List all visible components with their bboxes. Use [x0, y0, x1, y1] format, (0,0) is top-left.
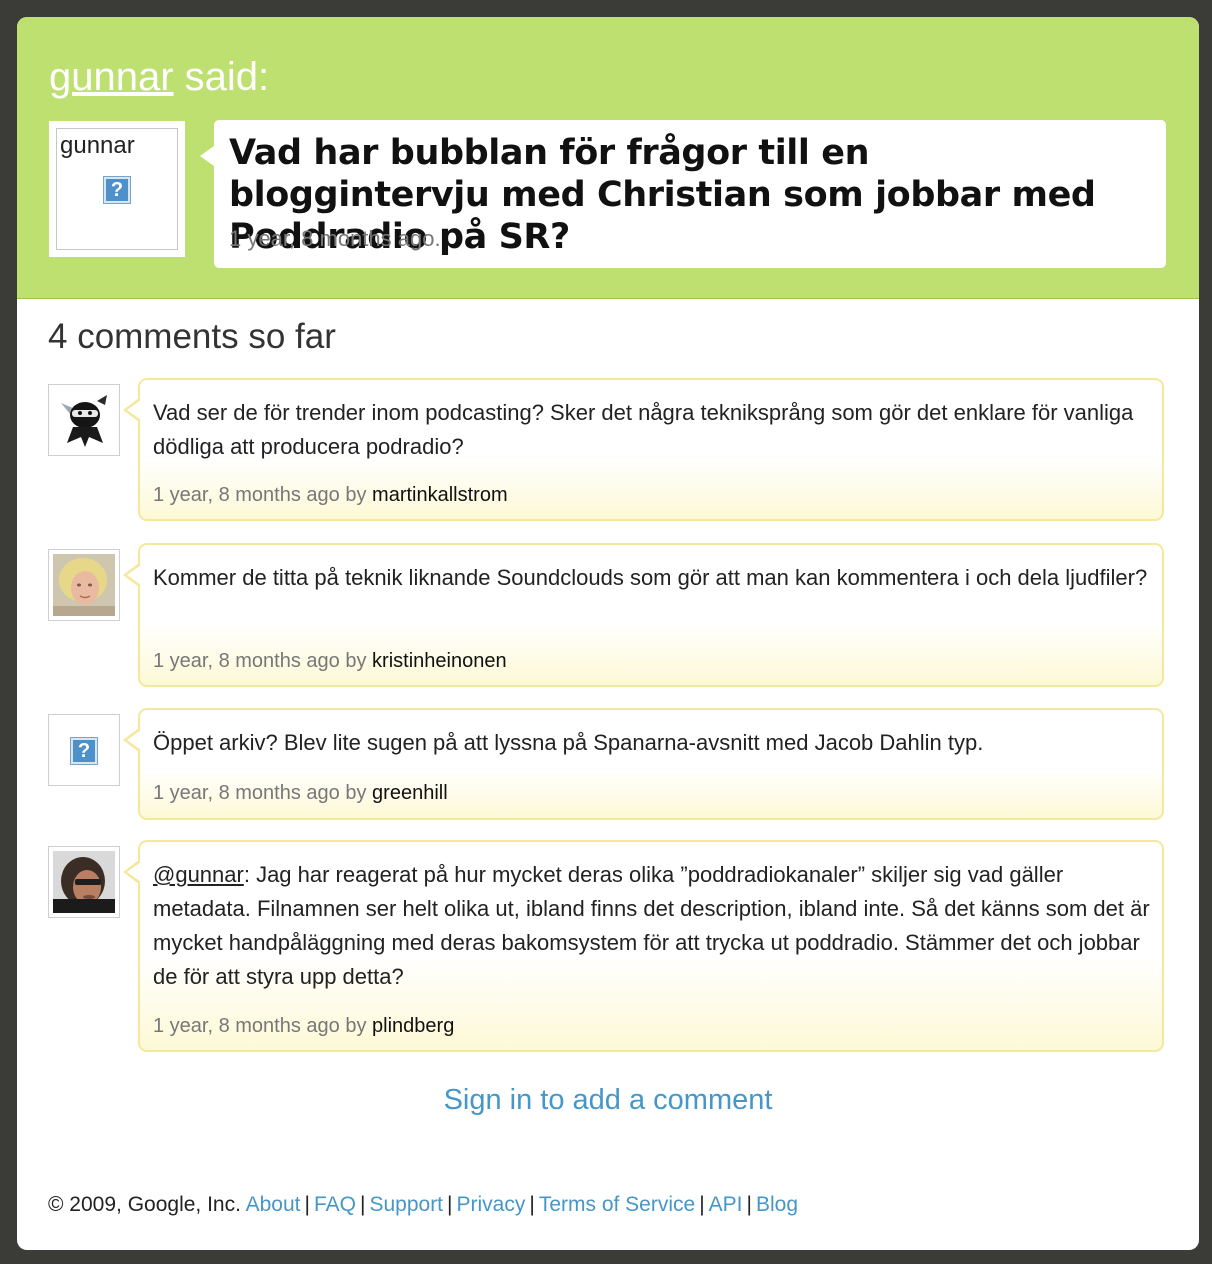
comments-count-heading: 4 comments so far	[48, 317, 336, 356]
post-author-line: gunnar said:	[49, 55, 269, 99]
post-author-avatar[interactable]: gunnar ?	[49, 121, 185, 257]
comment-avatar[interactable]	[48, 846, 120, 918]
footer-link-about[interactable]: About	[246, 1193, 301, 1216]
page-frame: gunnar said: gunnar ? Vad har bubblan fö…	[17, 17, 1199, 1250]
by-label: by	[339, 484, 373, 506]
photo-avatar	[53, 851, 115, 913]
question-mark-icon: ?	[70, 737, 98, 765]
comment-timestamp[interactable]: 1 year, 8 months ago	[153, 1015, 340, 1037]
ninja-avatar-icon	[53, 389, 115, 451]
by-label: by	[339, 1015, 373, 1037]
comment-meta: 1 year, 8 months ago by kristinheinonen	[153, 650, 507, 673]
comment-text: @gunnar: Jag har reagerat på hur mycket …	[153, 858, 1153, 994]
photo-avatar	[53, 554, 115, 616]
by-label: by	[339, 650, 373, 672]
avatar-frame: gunnar ?	[56, 128, 178, 250]
comment-author-link[interactable]: greenhill	[372, 782, 448, 804]
footer-link-blog[interactable]: Blog	[756, 1193, 798, 1216]
comment-meta: 1 year, 8 months ago by greenhill	[153, 782, 448, 805]
comment-meta: 1 year, 8 months ago by martinkallstrom	[153, 484, 508, 507]
footer-link-faq[interactable]: FAQ	[314, 1193, 356, 1216]
footer-separator: |	[447, 1193, 453, 1216]
said-label: said:	[173, 55, 270, 99]
footer-link-support[interactable]: Support	[369, 1193, 443, 1216]
comment-avatar[interactable]	[48, 549, 120, 621]
post-author-link[interactable]: gunnar	[49, 55, 174, 99]
comment-author-link[interactable]: martinkallstrom	[372, 484, 508, 506]
sign-in-link[interactable]: Sign in to add a comment	[17, 1084, 1199, 1117]
comment-timestamp[interactable]: 1 year, 8 months ago	[153, 782, 340, 804]
broken-image-icon: ?	[103, 176, 131, 204]
footer-separator: |	[304, 1193, 310, 1216]
comment-author-link[interactable]: kristinheinonen	[372, 650, 507, 672]
comment-avatar[interactable]	[48, 384, 120, 456]
footer-link-privacy[interactable]: Privacy	[457, 1193, 526, 1216]
by-label: by	[339, 782, 373, 804]
post-timestamp[interactable]: 1 year, 8 months ago.	[229, 226, 441, 252]
footer-link-api[interactable]: API	[709, 1193, 743, 1216]
footer-separator: |	[699, 1193, 705, 1216]
mention-link[interactable]: @gunnar	[153, 862, 244, 887]
comment-timestamp[interactable]: 1 year, 8 months ago	[153, 484, 340, 506]
footer-separator: |	[746, 1193, 752, 1216]
avatar-alt-text: gunnar	[60, 132, 135, 159]
comment-text: Kommer de titta på teknik liknande Sound…	[153, 565, 1148, 590]
comment-timestamp[interactable]: 1 year, 8 months ago	[153, 650, 340, 672]
comment-meta: 1 year, 8 months ago by plindberg	[153, 1015, 454, 1038]
comment-text: Öppet arkiv? Blev lite sugen på att lyss…	[153, 730, 984, 755]
copyright-text: © 2009, Google, Inc.	[48, 1193, 241, 1216]
footer-separator: |	[360, 1193, 366, 1216]
post-bubble: Vad har bubblan för frågor till en blogg…	[200, 120, 1166, 268]
comment-author-link[interactable]: plindberg	[372, 1015, 454, 1037]
comment-bubble: Kommer de titta på teknik liknande Sound…	[123, 543, 1164, 687]
footer-separator: |	[529, 1193, 535, 1216]
comment-body: : Jag har reagerat på hur mycket deras o…	[153, 862, 1150, 989]
comment-bubble: Öppet arkiv? Blev lite sugen på att lyss…	[123, 708, 1164, 820]
comment-text: Vad ser de för trender inom podcasting? …	[153, 400, 1134, 459]
comment-bubble: @gunnar: Jag har reagerat på hur mycket …	[123, 840, 1164, 1052]
comment-avatar[interactable]: ?	[48, 714, 120, 786]
comment-bubble: Vad ser de för trender inom podcasting? …	[123, 378, 1164, 521]
post-header: gunnar said: gunnar ? Vad har bubblan fö…	[17, 17, 1199, 299]
footer: © 2009, Google, Inc. About | FAQ | Support | P…	[48, 1193, 798, 1217]
footer-link-terms[interactable]: Terms of Service	[539, 1193, 695, 1216]
